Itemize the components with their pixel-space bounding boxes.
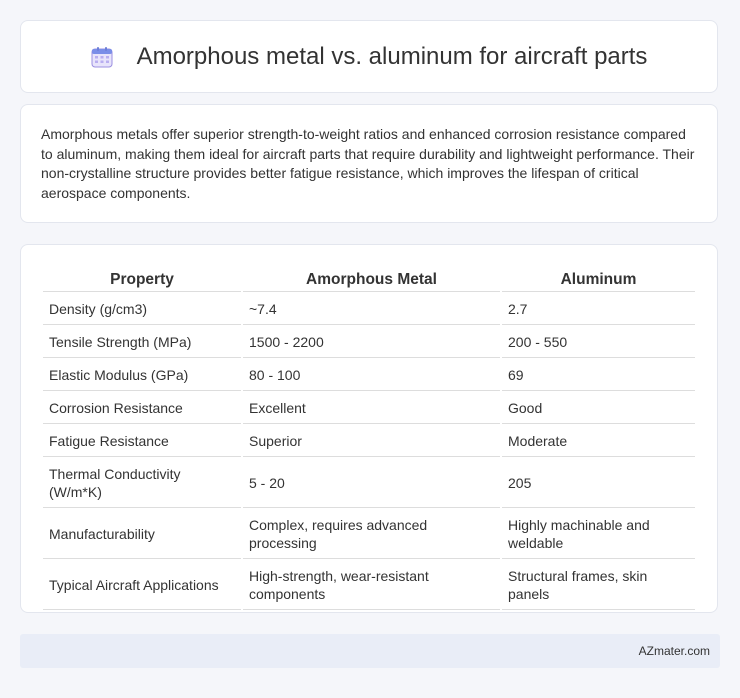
table-row: Density (g/cm3) ~7.4 2.7 bbox=[43, 294, 695, 325]
amorphous-metal-cell: ~7.4 bbox=[243, 294, 500, 325]
property-cell: Thermal Conductivity (W/m*K) bbox=[43, 459, 241, 508]
table-row: Thermal Conductivity (W/m*K) 5 - 20 205 bbox=[43, 459, 695, 508]
title-card: Amorphous metal vs. aluminum for aircraf… bbox=[20, 20, 718, 93]
page-title: Amorphous metal vs. aluminum for aircraf… bbox=[136, 42, 648, 70]
comparison-card: Property Amorphous Metal Aluminum Densit… bbox=[20, 244, 718, 613]
aluminum-cell: Good bbox=[502, 393, 695, 424]
aluminum-cell: Structural frames, skin panels bbox=[502, 561, 695, 610]
table-row: Typical Aircraft Applications High-stren… bbox=[43, 561, 695, 610]
comparison-table: Property Amorphous Metal Aluminum Densit… bbox=[41, 265, 697, 612]
property-cell: Tensile Strength (MPa) bbox=[43, 327, 241, 358]
property-cell: Typical Aircraft Applications bbox=[43, 561, 241, 610]
amorphous-metal-cell: 1500 - 2200 bbox=[243, 327, 500, 358]
aluminum-cell: Highly machinable and weldable bbox=[502, 510, 695, 559]
aluminum-cell: 200 - 550 bbox=[502, 327, 695, 358]
amorphous-metal-cell: Complex, requires advanced processing bbox=[243, 510, 500, 559]
aluminum-cell: 69 bbox=[502, 360, 695, 391]
footer: AZmater.com bbox=[20, 634, 720, 668]
aluminum-cell: Moderate bbox=[502, 426, 695, 457]
aluminum-cell: 205 bbox=[502, 459, 695, 508]
intro-card: Amorphous metals offer superior strength… bbox=[20, 104, 718, 223]
column-header-amorphous-metal: Amorphous Metal bbox=[243, 267, 500, 292]
property-cell: Density (g/cm3) bbox=[43, 294, 241, 325]
amorphous-metal-cell: High-strength, wear-resistant components bbox=[243, 561, 500, 610]
column-header-aluminum: Aluminum bbox=[502, 267, 695, 292]
intro-text: Amorphous metals offer superior strength… bbox=[41, 126, 695, 201]
property-cell: Fatigue Resistance bbox=[43, 426, 241, 457]
table-row: Manufacturability Complex, requires adva… bbox=[43, 510, 695, 559]
table-row: Corrosion Resistance Excellent Good bbox=[43, 393, 695, 424]
property-cell: Corrosion Resistance bbox=[43, 393, 241, 424]
aluminum-cell: 2.7 bbox=[502, 294, 695, 325]
amorphous-metal-cell: 80 - 100 bbox=[243, 360, 500, 391]
property-cell: Manufacturability bbox=[43, 510, 241, 559]
table-row: Tensile Strength (MPa) 1500 - 2200 200 -… bbox=[43, 327, 695, 358]
amorphous-metal-cell: Excellent bbox=[243, 393, 500, 424]
amorphous-metal-cell: 5 - 20 bbox=[243, 459, 500, 508]
table-row: Fatigue Resistance Superior Moderate bbox=[43, 426, 695, 457]
amorphous-metal-cell: Superior bbox=[243, 426, 500, 457]
column-header-property: Property bbox=[43, 267, 241, 292]
footer-brand[interactable]: AZmater.com bbox=[639, 644, 710, 658]
calendar-icon bbox=[91, 46, 113, 67]
table-header-row: Property Amorphous Metal Aluminum bbox=[43, 267, 695, 292]
property-cell: Elastic Modulus (GPa) bbox=[43, 360, 241, 391]
table-row: Elastic Modulus (GPa) 80 - 100 69 bbox=[43, 360, 695, 391]
